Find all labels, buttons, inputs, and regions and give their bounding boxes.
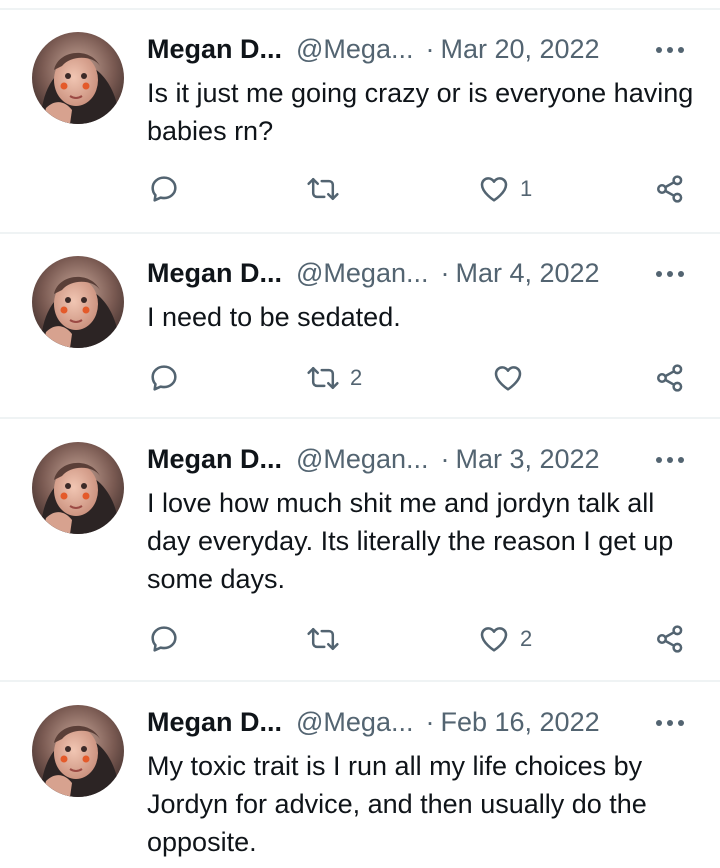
retweet-icon (306, 173, 340, 205)
heart-icon (478, 623, 510, 655)
author-handle[interactable]: @Megan... (296, 442, 428, 476)
like-count: 2 (520, 626, 533, 651)
tweet-actions: 2 (0, 622, 720, 656)
share-button[interactable] (654, 622, 686, 656)
tweet[interactable]: Megan D... @Mega... · Mar 20, 2022 Is it… (0, 32, 720, 232)
reply-icon (148, 173, 180, 205)
tweet-header: Megan D... @Mega... · Mar 20, 2022 (147, 32, 627, 66)
author-handle[interactable]: @Megan... (296, 256, 428, 290)
share-button[interactable] (654, 361, 686, 395)
reply-button[interactable] (148, 361, 190, 395)
retweet-count: 2 (350, 365, 363, 390)
like-button[interactable]: 1 (478, 172, 532, 206)
reply-icon (148, 362, 180, 394)
tweet-date[interactable]: Mar 20, 2022 (440, 32, 599, 66)
like-button[interactable]: 2 (478, 622, 532, 656)
separator: · (440, 258, 450, 288)
author-name[interactable]: Megan D... (147, 442, 282, 476)
retweet-icon (306, 362, 340, 394)
tweet-date[interactable]: Mar 3, 2022 (455, 442, 599, 476)
more-options-icon[interactable] (652, 450, 688, 470)
reply-button[interactable] (148, 172, 190, 206)
divider (0, 680, 720, 682)
separator: · (425, 707, 435, 737)
retweet-button[interactable]: 2 (306, 361, 362, 395)
tweet-date[interactable]: Mar 4, 2022 (455, 256, 599, 290)
avatar[interactable] (32, 705, 124, 797)
heart-icon (492, 362, 524, 394)
divider (0, 232, 720, 234)
share-icon (654, 173, 686, 205)
more-options-icon[interactable] (652, 264, 688, 284)
tweet-header: Megan D... @Megan... · Mar 3, 2022 (147, 442, 627, 476)
author-handle[interactable]: @Mega... (296, 705, 413, 739)
retweet-button[interactable] (306, 172, 350, 206)
tweet-header: Megan D... @Mega... · Feb 16, 2022 (147, 705, 627, 739)
separator: · (440, 444, 450, 474)
author-handle[interactable]: @Mega... (296, 32, 413, 66)
divider (0, 8, 720, 10)
separator: · (425, 34, 435, 64)
reply-button[interactable] (148, 622, 190, 656)
tweet-header: Megan D... @Megan... · Mar 4, 2022 (147, 256, 627, 290)
share-icon (654, 362, 686, 394)
tweet-actions: 2 (0, 361, 720, 395)
tweet-text: Is it just me going crazy or is everyone… (147, 78, 694, 146)
share-icon (654, 623, 686, 655)
share-button[interactable] (654, 172, 686, 206)
divider (0, 417, 720, 419)
author-name[interactable]: Megan D... (147, 705, 282, 739)
like-button[interactable] (492, 361, 534, 395)
reply-icon (148, 623, 180, 655)
tweet[interactable]: Megan D... @Mega... · Feb 16, 2022 My to… (0, 705, 720, 868)
tweet[interactable]: Megan D... @Megan... · Mar 4, 2022 I nee… (0, 256, 720, 416)
retweet-button[interactable] (306, 622, 350, 656)
author-name[interactable]: Megan D... (147, 256, 282, 290)
tweet[interactable]: Megan D... @Megan... · Mar 3, 2022 I lov… (0, 442, 720, 678)
tweet-text: I need to be sedated. (147, 302, 401, 332)
retweet-icon (306, 623, 340, 655)
tweet-timeline: Megan D... @Mega... · Mar 20, 2022 Is it… (0, 0, 720, 868)
more-options-icon[interactable] (652, 713, 688, 733)
author-name[interactable]: Megan D... (147, 32, 282, 66)
heart-icon (478, 173, 510, 205)
tweet-date[interactable]: Feb 16, 2022 (440, 705, 599, 739)
more-options-icon[interactable] (652, 40, 688, 60)
tweet-text: I love how much shit me and jordyn talk … (147, 488, 674, 594)
avatar[interactable] (32, 32, 124, 124)
avatar[interactable] (32, 442, 124, 534)
avatar[interactable] (32, 256, 124, 348)
tweet-actions: 1 (0, 172, 720, 206)
tweet-text: My toxic trait is I run all my life choi… (147, 751, 647, 857)
like-count: 1 (520, 176, 533, 201)
